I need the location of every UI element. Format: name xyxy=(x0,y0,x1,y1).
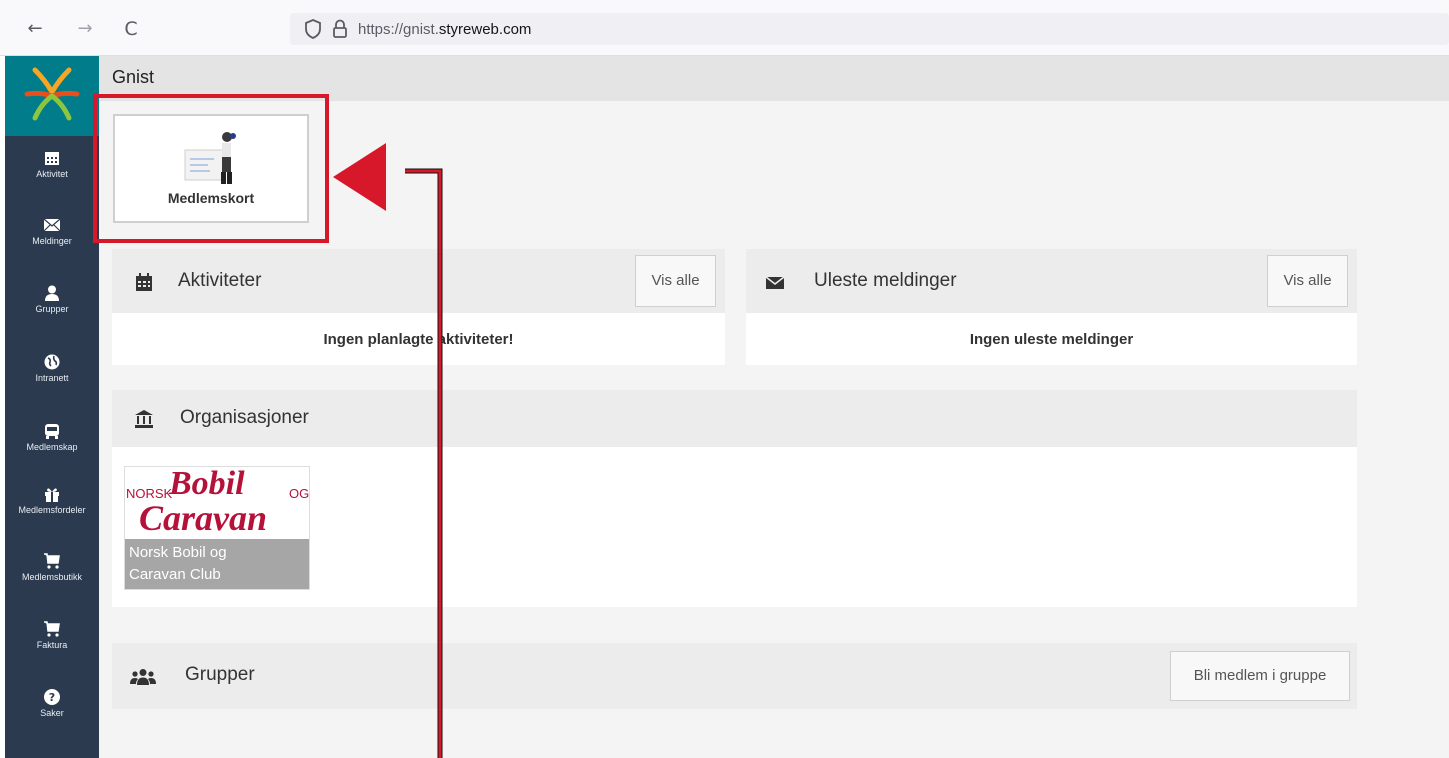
aktiviteter-header: Aktiviteter Vis alle xyxy=(112,249,725,313)
globe-icon xyxy=(44,354,60,370)
forward-button[interactable]: → xyxy=(72,16,98,42)
aktiviteter-title: Aktiviteter xyxy=(178,270,262,291)
aktiviteter-empty-text: Ingen planlagte aktiviteter! xyxy=(323,331,514,348)
meldinger-title: Uleste meldinger xyxy=(814,270,957,291)
grupper-panel: Grupper Bli medlem i gruppe xyxy=(112,643,1357,709)
aktiviteter-panel: Aktiviteter Vis alle Ingen planlagte akt… xyxy=(112,249,725,365)
sidebar-item-saker[interactable]: ? Saker xyxy=(5,688,99,718)
sidebar: Aktivitet Meldinger Grupper Intranett Me… xyxy=(5,56,99,758)
organisasjoner-header: Organisasjoner xyxy=(112,390,1357,447)
calendar-icon xyxy=(136,273,152,291)
envelope-icon xyxy=(765,276,785,289)
gift-icon xyxy=(45,488,59,502)
bus-icon xyxy=(45,424,59,439)
sidebar-item-meldinger[interactable]: Meldinger xyxy=(5,216,99,246)
url-text[interactable]: https://gnist.styreweb.com xyxy=(358,21,531,38)
calendar-icon xyxy=(45,152,59,165)
url-bar[interactable]: https://gnist.styreweb.com xyxy=(290,13,1449,45)
meldinger-empty-text: Ingen uleste meldinger xyxy=(969,331,1134,348)
organisasjoner-title: Organisasjoner xyxy=(180,407,309,428)
back-button[interactable]: ← xyxy=(22,16,48,42)
svg-text:?: ? xyxy=(49,691,55,704)
aktiviteter-vis-alle-button[interactable]: Vis alle xyxy=(635,255,716,307)
gnist-logo-icon xyxy=(24,67,80,121)
users-icon xyxy=(130,669,156,685)
question-icon: ? xyxy=(44,689,60,705)
org-card-norsk-bobil[interactable]: NORSK Bobil OG Caravan Norsk Bobil og Ca… xyxy=(124,466,310,590)
grupper-title: Grupper xyxy=(185,664,255,685)
sidebar-item-intranett[interactable]: Intranett xyxy=(5,353,99,383)
meldinger-panel: Uleste meldinger Vis alle Ingen uleste m… xyxy=(746,249,1357,365)
browser-toolbar: ← → C https://gnist.styreweb.com xyxy=(0,0,1449,56)
sidebar-item-medlemsfordeler[interactable]: Medlemsfordeler xyxy=(5,485,99,515)
user-icon xyxy=(45,285,59,301)
sidebar-item-grupper[interactable]: Grupper xyxy=(5,284,99,314)
envelope-icon xyxy=(43,218,61,232)
reload-button[interactable]: C xyxy=(118,16,144,42)
sidebar-item-faktura[interactable]: Faktura xyxy=(5,620,99,650)
org-name: Norsk Bobil og Caravan Club xyxy=(125,539,309,589)
page-title: Gnist xyxy=(112,67,155,87)
shield-icon[interactable] xyxy=(304,19,322,39)
sidebar-item-aktivitet[interactable]: Aktivitet xyxy=(5,149,99,179)
app-logo[interactable] xyxy=(5,56,99,136)
sidebar-item-medlemskap[interactable]: Medlemskap xyxy=(5,422,99,452)
highlight-box xyxy=(93,94,329,243)
cart-icon xyxy=(44,621,60,637)
sidebar-item-medlemsbutikk[interactable]: Medlemsbutikk xyxy=(5,552,99,582)
org-logo: NORSK Bobil OG Caravan xyxy=(126,466,310,538)
meldinger-vis-alle-button[interactable]: Vis alle xyxy=(1267,255,1348,307)
meldinger-header: Uleste meldinger Vis alle xyxy=(746,249,1357,313)
lock-icon[interactable] xyxy=(332,19,348,39)
institution-icon xyxy=(135,410,153,428)
cart-icon xyxy=(44,553,60,569)
bli-medlem-button[interactable]: Bli medlem i gruppe xyxy=(1170,651,1350,701)
